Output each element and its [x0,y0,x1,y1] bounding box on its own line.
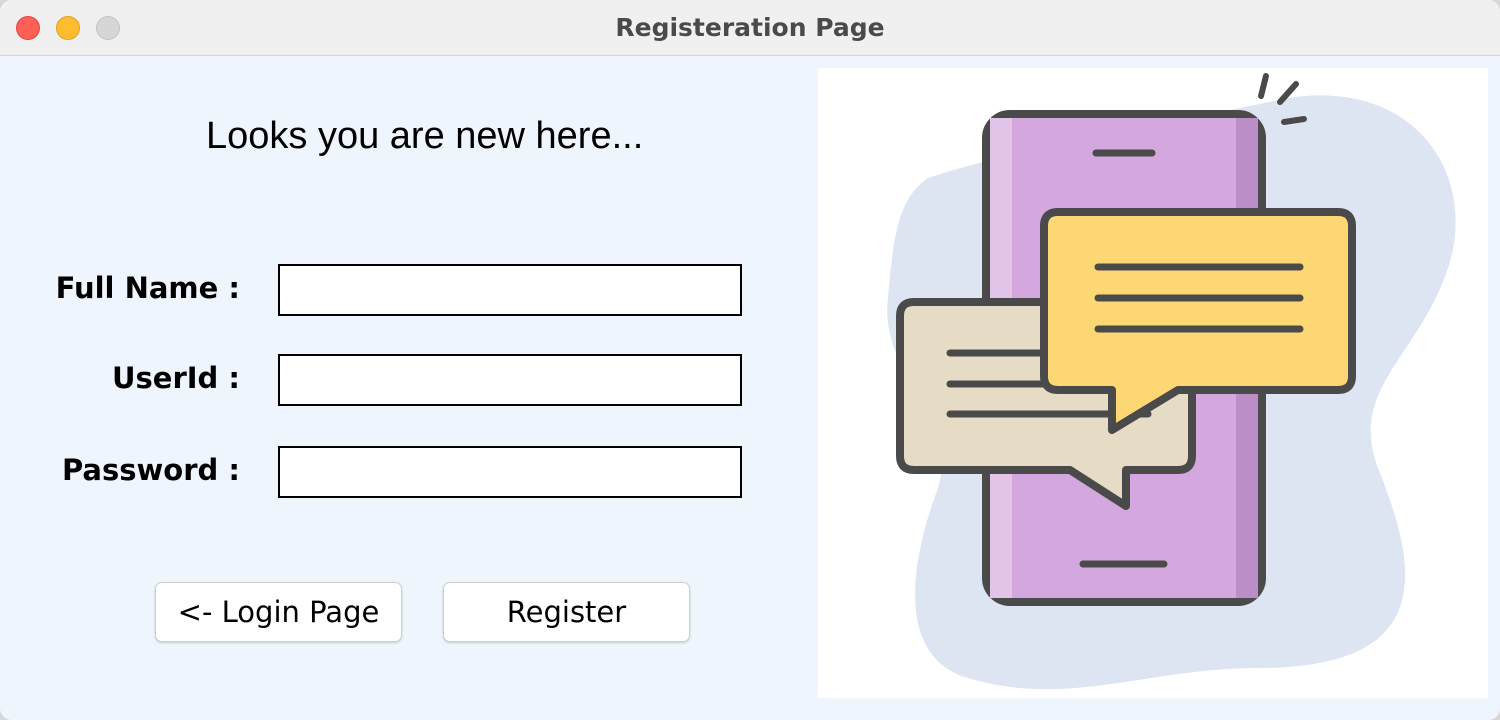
password-label: Password : [61,453,240,487]
user-id-input[interactable] [278,354,742,406]
register-button[interactable]: Register [443,582,690,642]
registration-form-panel: Looks you are new here... Full Name : Us… [0,57,1500,720]
login-page-button[interactable]: <- Login Page [155,582,402,642]
password-input[interactable] [278,446,742,498]
user-id-label: UserId : [111,361,240,395]
smartphone-chat-icon [887,73,1456,690]
chat-illustration [818,68,1488,698]
window-title: Registeration Page [615,13,885,42]
title-bar: Registeration Page [0,0,1500,56]
registration-window: Registeration Page Looks you are new her… [0,0,1500,720]
full-name-input[interactable] [278,264,742,316]
full-name-label: Full Name : [55,271,240,305]
page-heading: Looks you are new here... [206,115,644,157]
